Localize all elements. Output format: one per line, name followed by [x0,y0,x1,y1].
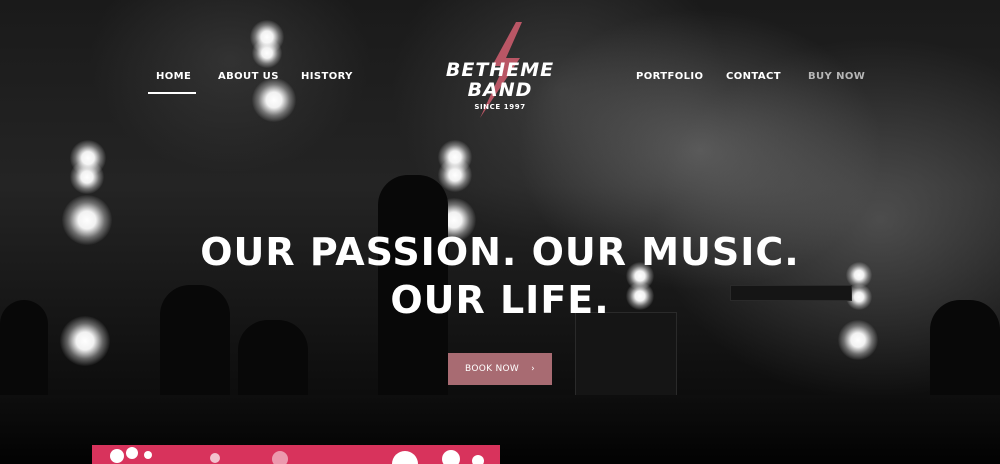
nav-buy-now[interactable]: BUY NOW [808,71,865,82]
decorative-dot [272,451,288,464]
decorative-dot [392,451,418,464]
nav-about-us[interactable]: ABOUT US [218,71,279,82]
headline-line1: OUR PASSION. OUR MUSIC. [200,230,800,274]
book-now-label: BOOK NOW [465,364,520,374]
next-section-strip [92,445,500,464]
stage-light [438,158,472,192]
logo-tagline: SINCE 1997 [474,103,526,111]
nav-portfolio[interactable]: PORTFOLIO [636,71,703,82]
stage-light [838,320,878,360]
stage-light [62,195,112,245]
decorative-dot [472,455,484,464]
logo-line2: BAND [467,79,533,101]
nav-active-underline [148,92,196,94]
decorative-dot [442,450,460,464]
chevron-right-icon: › [531,364,535,374]
performer-silhouette [0,300,48,410]
headline-line2: OUR LIFE. [390,278,610,322]
nav-contact[interactable]: CONTACT [726,71,781,82]
nav-home[interactable]: HOME [156,71,191,82]
hero-headline: OUR PASSION. OUR MUSIC. OUR LIFE. [150,228,850,324]
logo-line1: BETHEME [445,59,555,81]
stage-light [252,38,282,68]
decorative-dot [126,447,138,459]
stage-light [70,160,104,194]
stage-light [60,316,110,366]
performer-silhouette [930,300,1000,410]
decorative-dot [210,453,220,463]
decorative-dot [144,451,152,459]
nav-history[interactable]: HISTORY [301,71,353,82]
brand-logo[interactable]: BETHEME BAND SINCE 1997 [436,22,564,118]
stage-light [252,78,296,122]
decorative-dot [110,449,124,463]
book-now-button[interactable]: BOOK NOW › [448,353,552,385]
